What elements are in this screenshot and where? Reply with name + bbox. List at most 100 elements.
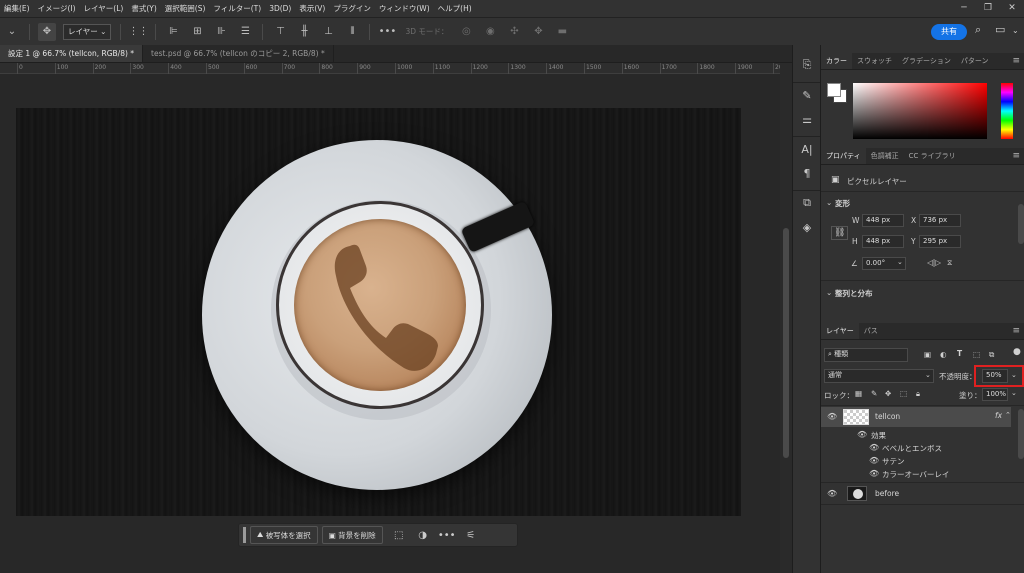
x-field[interactable]: 736 px [919,214,961,227]
hue-slider[interactable] [1001,83,1013,139]
align-left-icon[interactable]: ⊫ [164,23,182,41]
foreground-color-swatch[interactable] [827,83,841,97]
layers-scrollbar[interactable] [1018,409,1024,459]
3d-slide-icon[interactable]: ✥ [529,23,547,41]
align-hcenter-icon[interactable]: ⊞ [188,23,206,41]
properties-scrollbar[interactable] [1018,204,1024,244]
menu-help[interactable]: ヘルプ(H) [434,3,476,14]
menu-3d[interactable]: 3D(D) [265,4,295,13]
flip-vertical-icon[interactable]: ⧖ [947,258,952,268]
menu-type[interactable]: 書式(Y) [127,3,160,14]
effect-row-color-overlay[interactable]: 👁︎ カラーオーバーレイ [821,468,1011,480]
align-right-icon[interactable]: ⊪ [212,23,230,41]
character-icon[interactable]: A| [793,137,821,161]
search-icon[interactable]: ⌕ [975,23,981,41]
filter-pixel-icon[interactable]: ▣ [924,350,931,359]
settings-sliders-icon[interactable]: ⚟ [459,526,483,544]
menu-plugins[interactable]: プラグイン [329,3,375,14]
panel-menu-icon[interactable]: ≡ [1007,148,1024,164]
lock-image-icon[interactable]: ✎ [871,389,877,398]
tab-document-2[interactable]: test.psd @ 66.7% (tellcon のコピー 2, RGB/8)… [143,45,334,62]
adjustments-icon[interactable]: ⚌ [793,107,821,131]
visibility-eye-icon[interactable]: 👁︎ [869,469,879,479]
3d-pan-icon[interactable]: ✣ [505,23,523,41]
menu-layer[interactable]: レイヤー(L) [80,3,128,14]
tab-adjustments[interactable]: 色調補正 [866,148,904,164]
3d-panel-icon[interactable]: ⧉ [793,191,821,215]
brush-settings-icon[interactable]: ✎ [793,83,821,107]
3d-scale-icon[interactable]: ▬ [553,23,571,41]
panel-menu-icon[interactable]: ≡ [1007,323,1024,339]
canvas-area[interactable] [0,74,780,573]
menu-image[interactable]: イメージ(I) [34,3,80,14]
fill-chevron-icon[interactable]: ⌄ [1011,389,1017,397]
lock-position-icon[interactable]: ✥ [885,389,891,398]
3d-orbit-icon[interactable]: ◎ [457,23,475,41]
adjustment-circle-icon[interactable]: ◑ [411,526,435,544]
minimize-icon[interactable]: ─ [952,0,976,17]
grid-icon[interactable]: ⋮⋮ [128,23,148,41]
tab-patterns[interactable]: パターン [956,53,994,69]
layer-filter-dropdown[interactable]: ⌕ 種類 [824,348,908,362]
more-icon[interactable]: ••• [435,526,459,544]
select-subject-button[interactable]: ⛰ 被写体を選択 [250,526,318,544]
fill-field[interactable]: 100% [982,388,1008,401]
tab-document-1[interactable]: 設定 1 @ 66.7% (tellcon, RGB/8) * [0,45,144,62]
document-canvas[interactable] [16,108,741,516]
distribute-v-icon[interactable]: ⦀ [343,23,361,41]
transform-icon[interactable]: ⬚ [387,526,411,544]
remove-background-button[interactable]: ▣ 背景を削除 [321,526,383,544]
tab-swatches[interactable]: スウォッチ [852,53,897,69]
menu-edit[interactable]: 編集(E) [0,3,34,14]
lock-all-icon[interactable]: 🔒︎ [916,389,920,399]
tab-cc-libraries[interactable]: CC ライブラリ [904,148,961,164]
layer-select-dropdown[interactable]: レイヤー ⌄ [63,23,112,40]
visibility-eye-icon[interactable]: 👁︎ [869,456,879,466]
tab-layers[interactable]: レイヤー [821,323,859,339]
effect-row-bevel[interactable]: 👁︎ ベベルとエンボス [821,442,1011,454]
visibility-eye-icon[interactable]: 👁︎ [857,430,867,440]
distribute-h-icon[interactable]: ☰ [236,23,254,41]
fx-expand-icon[interactable]: ⌃ [1005,411,1011,419]
layer-row-before[interactable]: 👁︎ before [821,484,1011,504]
angle-chevron-icon[interactable]: ⌄ [897,258,903,266]
workspace-chevron-icon[interactable]: ⌄ [1012,26,1019,44]
history-icon[interactable]: ⎘ [793,53,821,77]
color-picker-field[interactable] [853,83,987,139]
tab-color[interactable]: カラー [821,53,852,69]
layer-row-tellcon[interactable]: 👁︎ tellcon fx ⌃ [821,407,1011,427]
close-icon[interactable]: ✕ [1000,0,1024,17]
3d-roll-icon[interactable]: ◉ [481,23,499,41]
menu-select[interactable]: 選択範囲(S) [161,3,210,14]
align-vcenter-icon[interactable]: ╫ [295,23,313,41]
more-options-icon[interactable]: ••• [378,23,397,41]
filter-shape-icon[interactable]: ⬚ [973,350,980,359]
align-top-icon[interactable]: ⊤ [271,23,289,41]
visibility-eye-icon[interactable]: 👁︎ [827,412,837,422]
visibility-eye-icon[interactable]: 👁︎ [869,443,879,453]
layer-effects-row[interactable]: 👁︎ 効果 [821,429,1011,441]
workspace-icon[interactable]: ▭ [995,23,1005,41]
align-bottom-icon[interactable]: ⊥ [319,23,337,41]
lock-artboard-icon[interactable]: ⬚ [900,389,907,398]
transform-chevron-icon[interactable]: ⌄ [826,198,832,207]
drag-handle[interactable] [243,527,246,543]
filter-toggle-icon[interactable]: ● [1013,347,1021,357]
lock-transparent-icon[interactable]: ▦ [855,389,862,398]
paragraph-icon[interactable]: ¶ [793,161,821,185]
move-tool-icon[interactable]: ✥ [38,22,56,41]
restore-icon[interactable]: ❐ [976,0,1000,17]
menu-filter[interactable]: フィルター(T) [209,3,265,14]
tool-chevron-icon[interactable]: ⌄ [3,23,21,41]
flip-horizontal-icon[interactable]: ◁|▷ [927,258,941,267]
effect-row-satin[interactable]: 👁︎ サテン [821,455,1011,467]
menu-view[interactable]: 表示(V) [295,3,329,14]
link-icon[interactable]: ⛓ [831,226,849,240]
panel-menu-icon[interactable]: ≡ [1007,53,1024,69]
tab-gradients[interactable]: グラデーション [897,53,956,69]
canvas-vertical-scrollbar[interactable] [780,63,792,573]
menu-window[interactable]: ウィンドウ(W) [375,3,434,14]
visibility-eye-icon[interactable]: 👁︎ [827,489,837,499]
height-field[interactable]: 448 px [862,235,904,248]
filter-adjustment-icon[interactable]: ◐ [940,350,947,359]
